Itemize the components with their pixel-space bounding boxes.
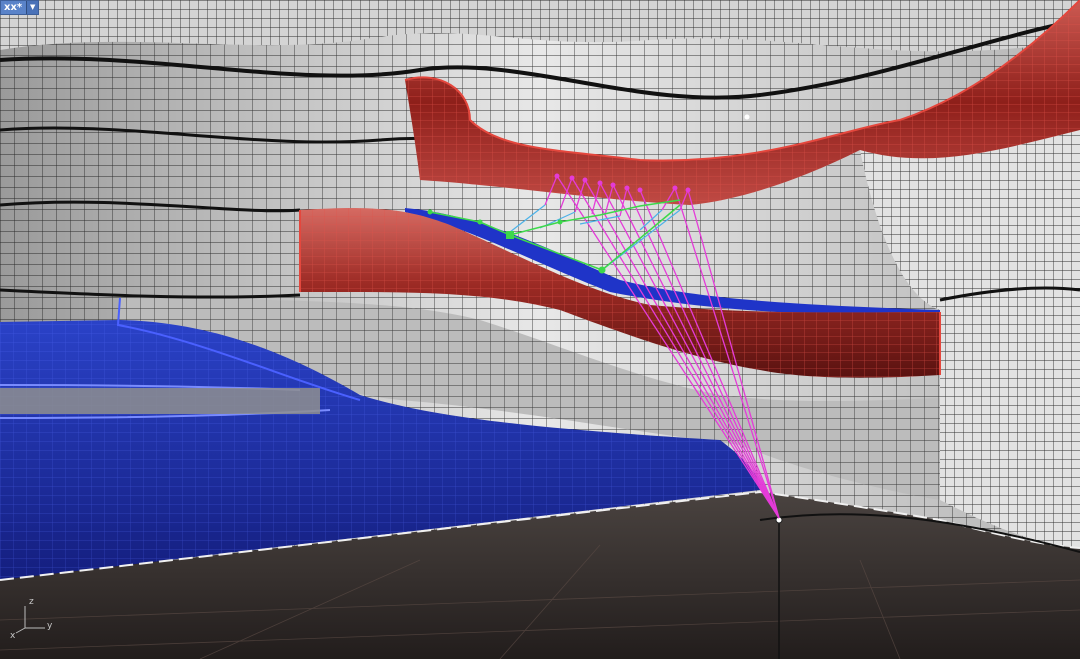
axis-x-label: x [10, 631, 16, 641]
scene-canvas[interactable]: x y z [0, 0, 1080, 659]
axis-z-label: z [29, 597, 34, 607]
viewport-title-tab[interactable]: xx* ▼ [0, 0, 40, 15]
floor-gap-surface [0, 388, 320, 414]
control-point[interactable] [744, 114, 750, 120]
viewport-name[interactable]: xx* [1, 1, 26, 14]
axis-y-label: y [47, 621, 53, 631]
viewport-perspective[interactable]: x y z xx* ▼ [0, 0, 1080, 659]
triangle-down-icon[interactable]: ▼ [26, 1, 39, 14]
